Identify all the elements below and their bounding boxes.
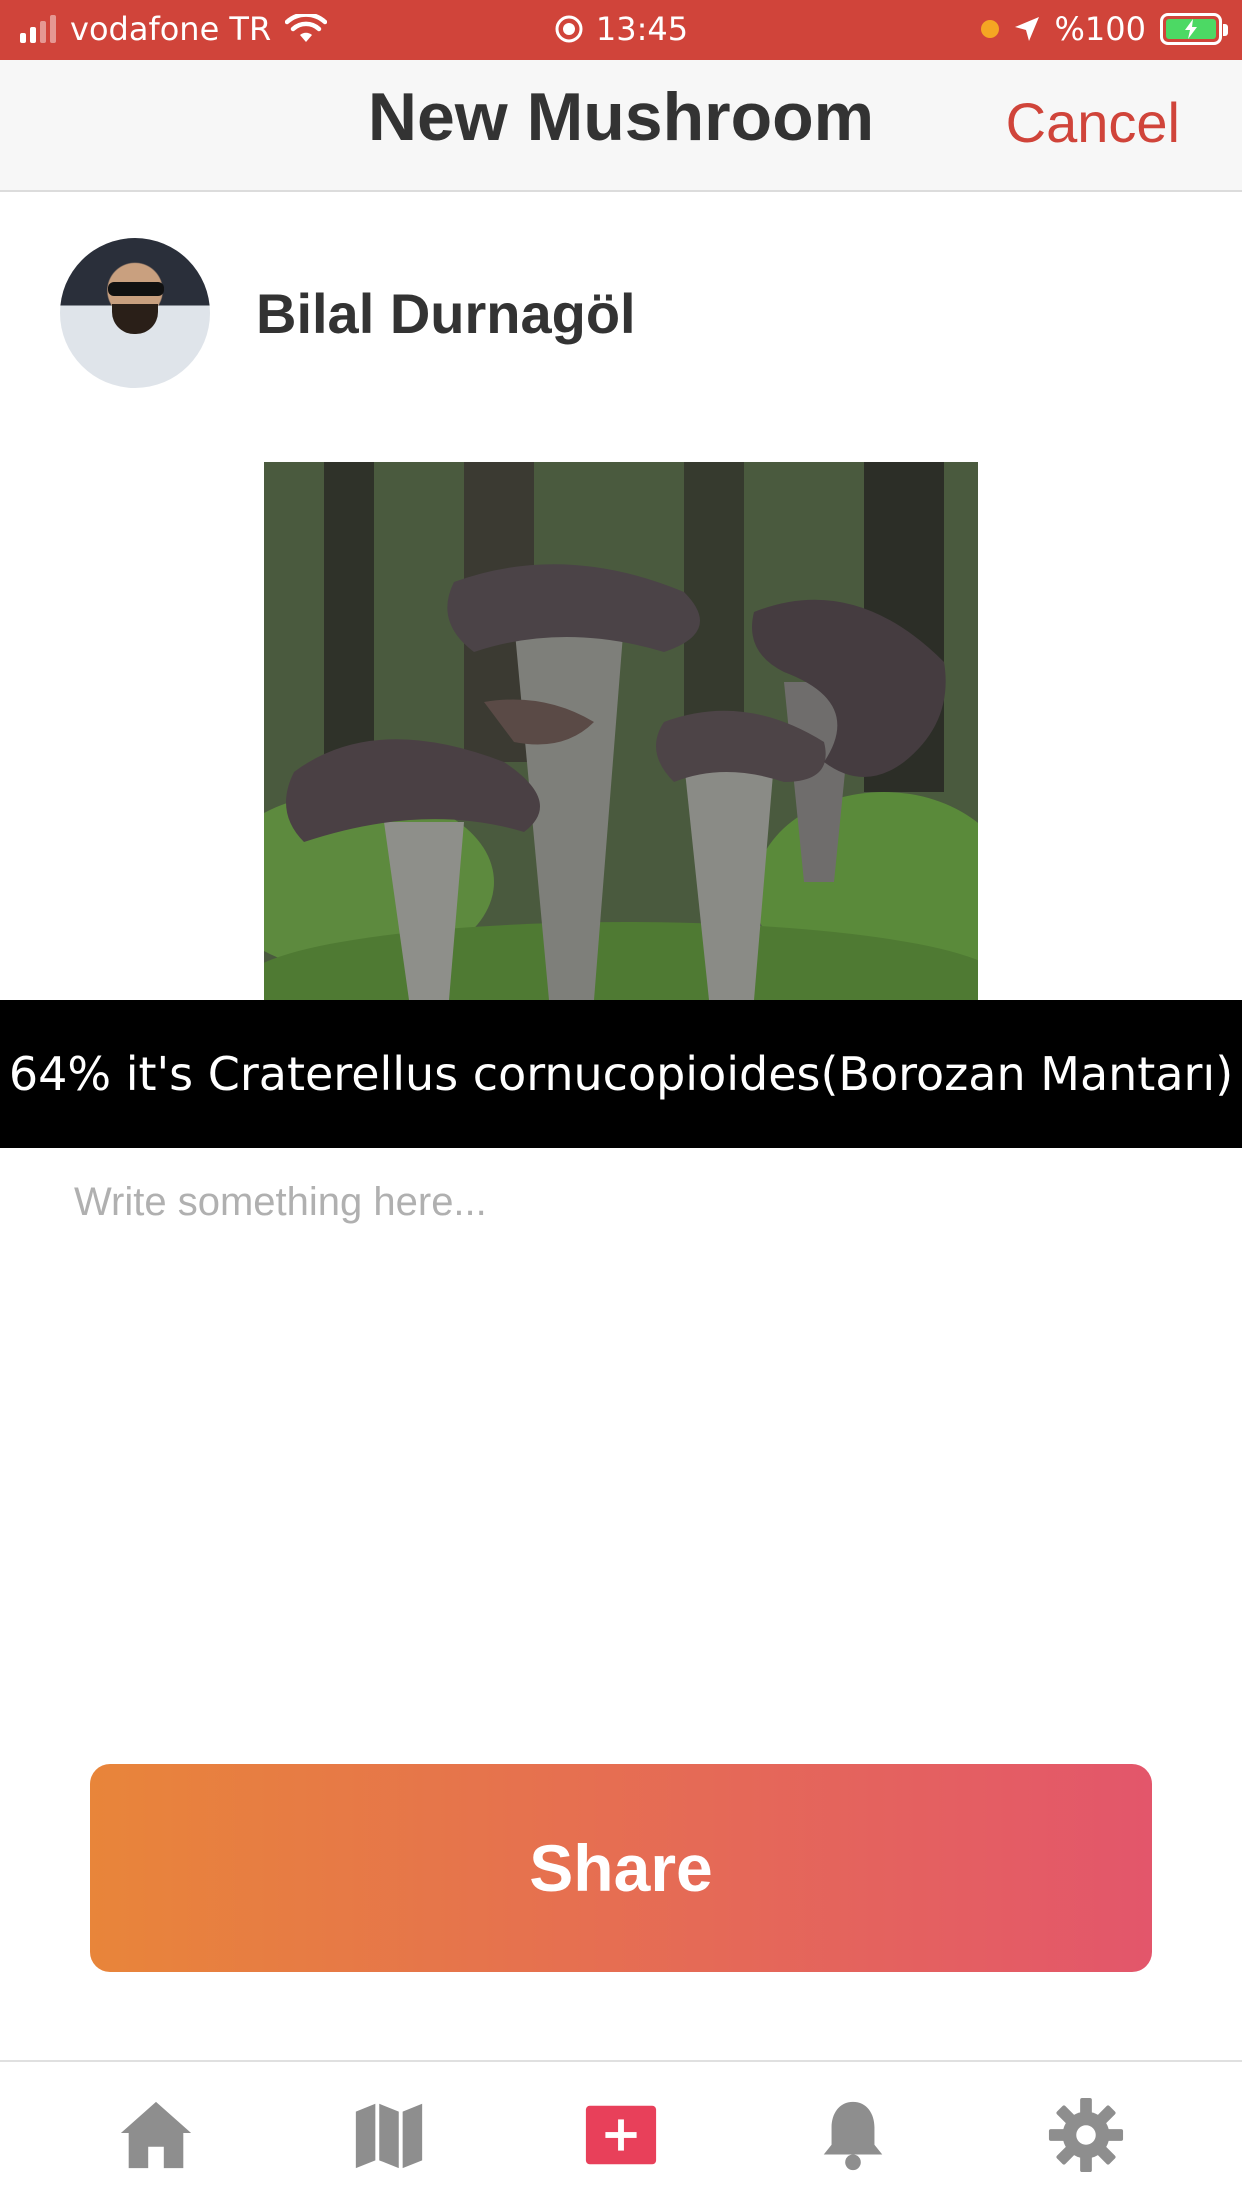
battery-icon bbox=[1160, 13, 1228, 45]
avatar bbox=[60, 238, 210, 388]
prediction-banner: 64% it's Craterellus cornucopioides(Boro… bbox=[0, 1000, 1242, 1148]
status-time: 13:45 bbox=[595, 10, 689, 48]
home-icon bbox=[121, 2101, 192, 2169]
share-button[interactable]: Share bbox=[90, 1764, 1152, 1972]
tab-bar bbox=[0, 2060, 1242, 2208]
tab-map[interactable] bbox=[329, 2075, 449, 2195]
note-input[interactable] bbox=[74, 1180, 1168, 1700]
status-right: %100 bbox=[980, 10, 1228, 48]
mic-indicator-dot bbox=[980, 20, 999, 38]
tab-settings[interactable] bbox=[1026, 2075, 1146, 2195]
cancel-button[interactable]: Cancel bbox=[1006, 90, 1180, 155]
bell-icon bbox=[824, 2101, 883, 2171]
tab-home[interactable] bbox=[96, 2075, 216, 2195]
tab-add[interactable] bbox=[561, 2075, 681, 2195]
status-bar: vodafone TR 13:45 %100 bbox=[0, 0, 1242, 60]
screen-record-icon bbox=[555, 15, 583, 43]
nav-bar: New Mushroom Cancel bbox=[0, 60, 1242, 192]
battery-percent: %100 bbox=[1054, 10, 1146, 48]
location-arrow-icon bbox=[1014, 17, 1039, 41]
gear-icon bbox=[1048, 2097, 1123, 2173]
user-name: Bilal Durnagöl bbox=[256, 281, 636, 345]
add-icon bbox=[585, 2105, 657, 2165]
tab-notifications[interactable] bbox=[793, 2075, 913, 2195]
map-icon bbox=[355, 2103, 422, 2169]
mushroom-photo bbox=[264, 462, 978, 1000]
user-row: Bilal Durnagöl bbox=[60, 238, 636, 388]
